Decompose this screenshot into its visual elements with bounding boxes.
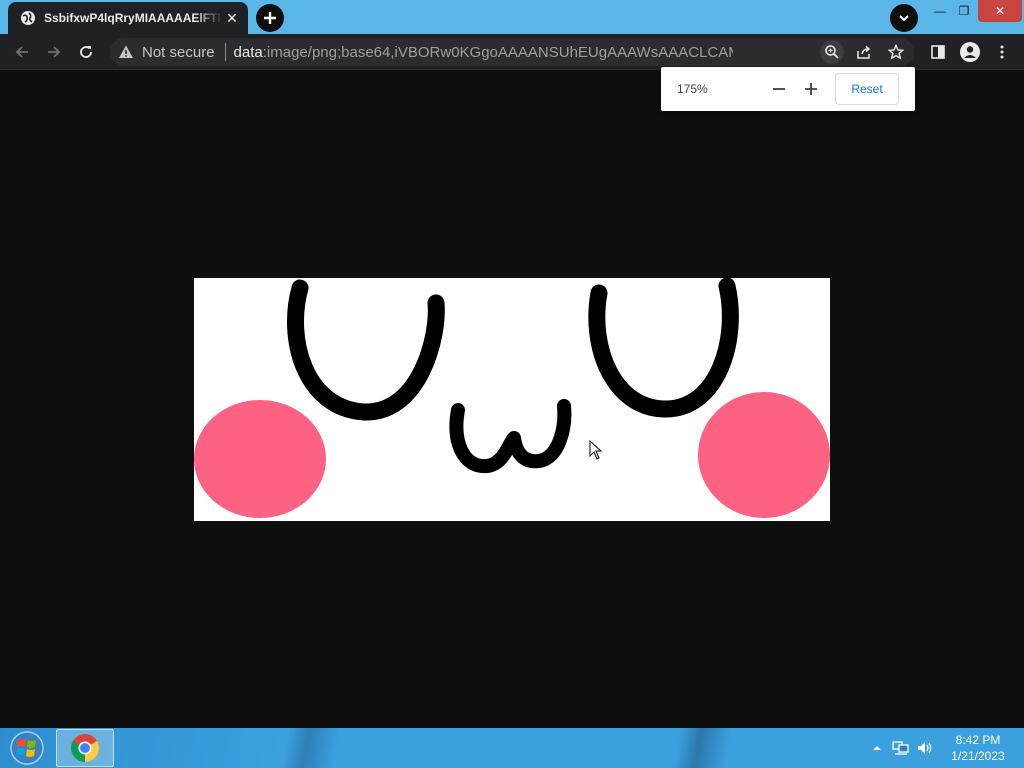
volume-icon[interactable] <box>914 738 936 758</box>
warning-icon[interactable] <box>118 44 134 60</box>
plus-icon <box>805 83 817 95</box>
share-icon[interactable] <box>852 40 876 64</box>
arrow-right-icon <box>48 46 61 58</box>
zoom-reset-button[interactable]: Reset <box>835 73 899 105</box>
zoom-level: 175% <box>677 82 708 96</box>
zoom-out-button[interactable] <box>767 77 791 101</box>
reload-button[interactable] <box>72 38 100 66</box>
start-button[interactable] <box>6 730 48 766</box>
tab-active[interactable]: SsbifxwP4lqRryMIAAAAAElFTkSuQmCC ✕ <box>8 2 248 34</box>
back-button[interactable] <box>8 38 36 66</box>
clock-time: 8:42 PM <box>955 733 1001 747</box>
side-panel-button[interactable] <box>924 38 952 66</box>
zoom-popup: 175% Reset <box>661 67 915 111</box>
system-clock[interactable]: 8:42 PM 1/21/2023 <box>940 732 1016 764</box>
zoom-icon[interactable] <box>820 40 844 64</box>
minus-icon <box>773 88 785 90</box>
show-hidden-icons-button[interactable] <box>870 738 884 758</box>
mouse-cursor-icon <box>589 440 603 460</box>
avatar-icon <box>960 42 980 62</box>
chrome-icon <box>71 734 99 762</box>
arrow-left-icon <box>15 46 28 58</box>
taskbar: 8:42 PM 1/21/2023 <box>0 728 1024 768</box>
globe-icon <box>20 10 36 26</box>
address-separator <box>224 43 226 61</box>
window-close-button[interactable]: ✕ <box>978 0 1022 22</box>
uwu-face-image[interactable] <box>194 278 830 521</box>
tab-close-button[interactable]: ✕ <box>222 8 242 28</box>
clock-date: 1/21/2023 <box>951 749 1005 763</box>
kebab-menu-icon <box>1000 45 1004 59</box>
profile-button[interactable] <box>956 38 984 66</box>
forward-button[interactable] <box>40 38 68 66</box>
address-bar[interactable]: Not secure data :image/png;base64,iVBORw… <box>110 38 914 66</box>
browser-toolbar: Not secure data :image/png;base64,iVBORw… <box>0 34 1024 70</box>
url-scheme: data <box>233 43 263 61</box>
security-status-label[interactable]: Not secure <box>142 44 215 61</box>
window-minimize-button[interactable]: — <box>928 0 952 22</box>
network-icon[interactable] <box>890 738 912 758</box>
tab-search-button[interactable] <box>890 4 918 32</box>
url-text: :image/png;base64,iVBORw0KGgoAAAANSUhEUg… <box>262 43 733 61</box>
zoom-in-button[interactable] <box>799 77 823 101</box>
tab-title: SsbifxwP4lqRryMIAAAAAElFTkSuQmCC <box>44 11 222 25</box>
bookmark-star-icon[interactable] <box>884 40 908 64</box>
taskbar-chrome-button[interactable] <box>56 729 114 767</box>
window-restore-button[interactable]: ❐ <box>952 0 976 22</box>
triangle-up-icon <box>873 746 881 750</box>
windows-logo-icon <box>10 731 44 765</box>
chevron-down-icon <box>899 15 909 22</box>
menu-button[interactable] <box>988 38 1016 66</box>
plus-icon <box>264 12 276 24</box>
new-tab-button[interactable] <box>256 4 284 32</box>
tab-strip: SsbifxwP4lqRryMIAAAAAElFTkSuQmCC ✕ — ❐ ✕ <box>0 0 1024 34</box>
page-viewport <box>0 71 1024 728</box>
reload-icon <box>80 46 92 58</box>
side-panel-icon <box>931 45 945 59</box>
